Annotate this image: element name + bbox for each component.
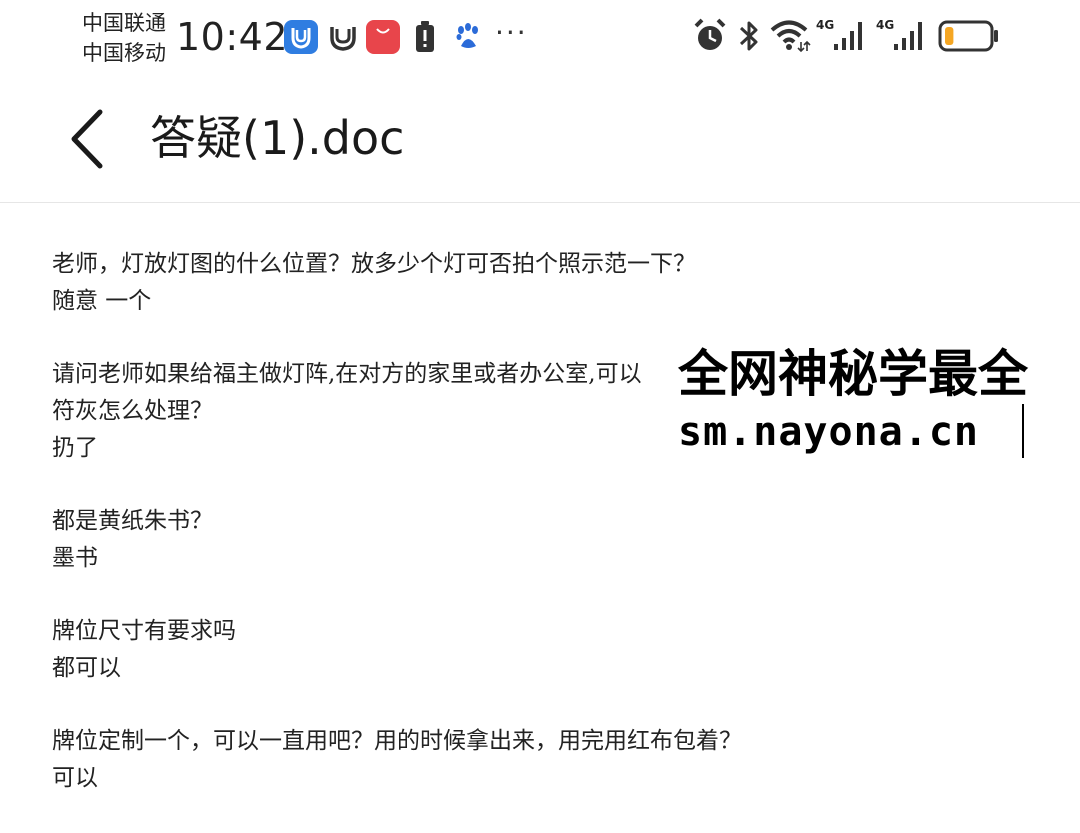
qa-item-5: 牌位定制一个，可以一直用吧？用的时候拿出来，用完用红布包着？ 可以 bbox=[52, 723, 1052, 797]
bluetooth-icon bbox=[736, 16, 762, 56]
question-text: 牌位定制一个，可以一直用吧？用的时候拿出来，用完用红布包着？ bbox=[52, 728, 742, 754]
carrier-info: 中国联通 中国移动 bbox=[82, 8, 166, 68]
back-arrow-icon bbox=[71, 109, 103, 169]
answer-text: 都可以 bbox=[52, 655, 121, 681]
qa-item-1: 老师，灯放灯图的什么位置？放多少个灯可否拍个照示范一下？ 随意 一个 bbox=[52, 246, 1052, 320]
watermark-slogan: 全网神秘学最全 bbox=[678, 345, 1028, 403]
qa-item-4: 牌位尺寸有要求吗 都可以 bbox=[52, 613, 1052, 687]
back-button[interactable] bbox=[64, 108, 116, 170]
shield-app-icon bbox=[284, 20, 318, 54]
qa-item-3: 都是黄纸朱书？ 墨书 bbox=[52, 503, 1052, 577]
answer-text: 随意 一个 bbox=[52, 288, 152, 314]
document-body: 老师，灯放灯图的什么位置？放多少个灯可否拍个照示范一下？ 随意 一个 请问老师如… bbox=[52, 246, 1052, 833]
text-cursor bbox=[1022, 404, 1024, 458]
signal-strength-icon-2 bbox=[892, 16, 928, 56]
signal-strength-icon-1 bbox=[832, 16, 868, 56]
shield-outline-icon bbox=[326, 20, 360, 54]
question-text: 牌位尺寸有要求吗 bbox=[52, 618, 236, 644]
battery-level-fill bbox=[945, 27, 954, 45]
carrier-2: 中国移动 bbox=[82, 41, 166, 65]
wifi-icon bbox=[770, 16, 812, 56]
question-text: 老师，灯放灯图的什么位置？放多少个灯可否拍个照示范一下？ bbox=[52, 251, 696, 277]
document-title: 答疑(1).doc bbox=[150, 111, 405, 165]
battery-warning-icon bbox=[414, 20, 436, 54]
alarm-icon bbox=[692, 16, 728, 56]
app-header: 答疑(1).doc bbox=[0, 80, 1080, 203]
watermark-url: sm.nayona.cn bbox=[678, 409, 979, 455]
huawei-appgallery-icon bbox=[366, 20, 400, 54]
answer-text: 可以 bbox=[52, 765, 98, 791]
more-notifications-icon: ··· bbox=[495, 16, 528, 49]
watermark-overlay: 全网神秘学最全 sm.nayona.cn bbox=[676, 342, 1080, 462]
question-text: 都是黄纸朱书？ bbox=[52, 508, 213, 534]
carrier-1: 中国联通 bbox=[82, 11, 166, 35]
answer-text: 墨书 bbox=[52, 545, 98, 571]
battery-icon bbox=[938, 16, 1000, 56]
baidu-icon bbox=[454, 20, 482, 54]
status-time: 10:42 bbox=[176, 15, 289, 59]
status-bar: 中国联通 中国移动 10:42 ··· 4G 4G bbox=[0, 0, 1080, 80]
